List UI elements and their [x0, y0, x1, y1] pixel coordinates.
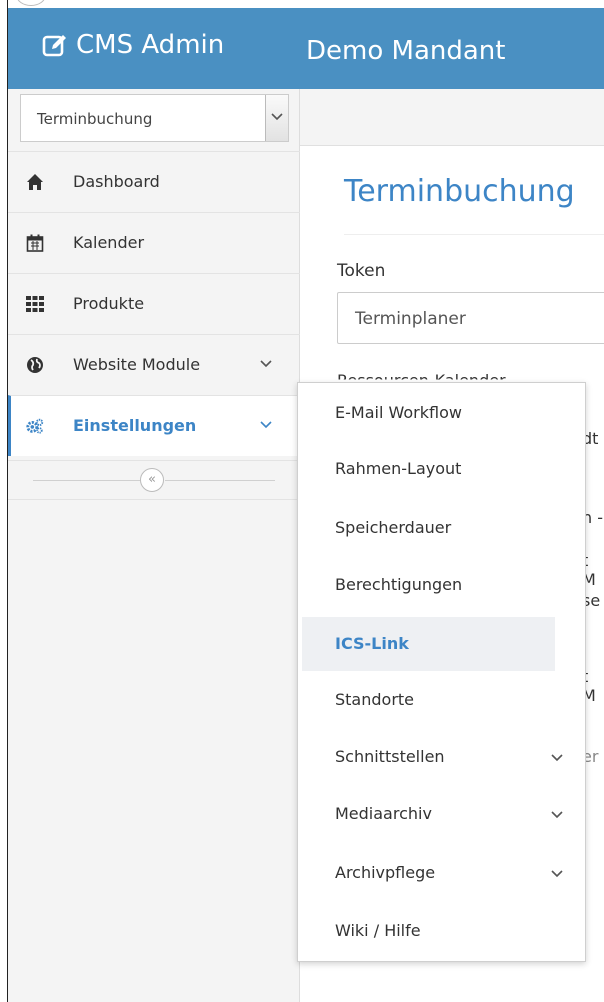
chevron-down-icon[interactable] — [265, 95, 288, 141]
sidebar-item-label: Dashboard — [73, 172, 160, 191]
app-window: CMS Admin Demo Mandant Terminbuchung Das… — [7, 0, 604, 1002]
menu-item-email-workflow[interactable]: E-Mail Workflow — [298, 386, 585, 440]
module-select[interactable]: Terminbuchung — [20, 94, 289, 142]
home-icon — [27, 174, 43, 190]
collapse-sidebar-button[interactable]: « — [140, 468, 164, 492]
menu-item-label: ICS-Link — [335, 634, 409, 653]
token-input[interactable]: Terminplaner — [337, 292, 604, 344]
chevron-down-icon — [551, 754, 563, 762]
sidebar-item-produkte[interactable]: Produkte — [8, 273, 300, 334]
calendar-icon — [26, 234, 44, 252]
divider — [344, 234, 604, 235]
window-control[interactable] — [16, 0, 46, 6]
chevron-down-icon — [551, 811, 563, 819]
menu-item-label: Mediaarchiv — [335, 804, 432, 823]
menu-item-schnittstellen[interactable]: Schnittstellen — [298, 730, 585, 784]
sidebar-item-dashboard[interactable]: Dashboard — [8, 151, 300, 212]
brand-link[interactable]: CMS Admin — [42, 30, 224, 60]
menu-item-rahmen-layout[interactable]: Rahmen-Layout — [298, 442, 585, 496]
sidebar-item-label: Einstellungen — [73, 416, 197, 435]
sidebar-item-kalender[interactable]: Kalender — [8, 212, 300, 273]
edit-icon — [42, 35, 66, 57]
chevron-down-icon — [551, 870, 563, 878]
menu-item-label: Wiki / Hilfe — [335, 921, 421, 940]
double-chevron-left-icon: « — [148, 472, 156, 487]
menu-item-archivpflege[interactable]: Archivpflege — [298, 846, 585, 900]
sidebar-item-website-module[interactable]: Website Module — [8, 334, 300, 395]
divider — [33, 480, 140, 481]
brand-title: CMS Admin — [76, 30, 225, 60]
sidebar-item-label: Produkte — [73, 294, 145, 313]
sidebar: Terminbuchung Dashboard Kalender Produkt… — [8, 89, 300, 1002]
token-label: Token — [337, 261, 386, 281]
token-input-value: Terminplaner — [355, 309, 466, 329]
menu-item-label: E-Mail Workflow — [335, 403, 462, 422]
globe-icon — [27, 357, 43, 373]
top-navbar: CMS Admin Demo Mandant — [8, 8, 604, 89]
cogs-icon — [26, 418, 44, 434]
menu-item-label: Schnittstellen — [335, 747, 445, 766]
grid-icon — [26, 296, 44, 312]
mandant-name[interactable]: Demo Mandant — [306, 36, 505, 66]
menu-item-mediaarchiv[interactable]: Mediaarchiv — [298, 787, 585, 841]
sidebar-item-label: Website Module — [73, 355, 201, 374]
sidebar-collapse-row: « — [8, 460, 300, 500]
chevron-down-icon — [260, 421, 272, 429]
menu-item-label: Rahmen-Layout — [335, 459, 462, 478]
sidebar-item-label: Kalender — [73, 233, 145, 252]
menu-item-berechtigungen[interactable]: Berechtigungen — [298, 558, 585, 612]
page-title: Terminbuchung — [344, 174, 575, 209]
settings-dropdown-menu: E-Mail Workflow Rahmen-Layout Speicherda… — [297, 382, 586, 962]
menu-item-label: Berechtigungen — [335, 575, 463, 594]
menu-item-label: Standorte — [335, 690, 415, 709]
sidebar-item-einstellungen[interactable]: Einstellungen — [8, 395, 300, 456]
menu-item-standorte[interactable]: Standorte — [298, 673, 585, 727]
menu-item-speicherdauer[interactable]: Speicherdauer — [298, 501, 585, 555]
menu-item-wiki-hilfe[interactable]: Wiki / Hilfe — [298, 904, 585, 958]
chevron-down-icon — [260, 360, 272, 368]
module-select-value: Terminbuchung — [37, 110, 153, 128]
divider — [165, 480, 275, 481]
content-toolbar — [300, 89, 604, 146]
menu-item-label: Archivpflege — [335, 863, 436, 882]
menu-item-ics-link[interactable]: ICS-Link — [302, 617, 555, 671]
menu-item-label: Speicherdauer — [335, 518, 452, 537]
